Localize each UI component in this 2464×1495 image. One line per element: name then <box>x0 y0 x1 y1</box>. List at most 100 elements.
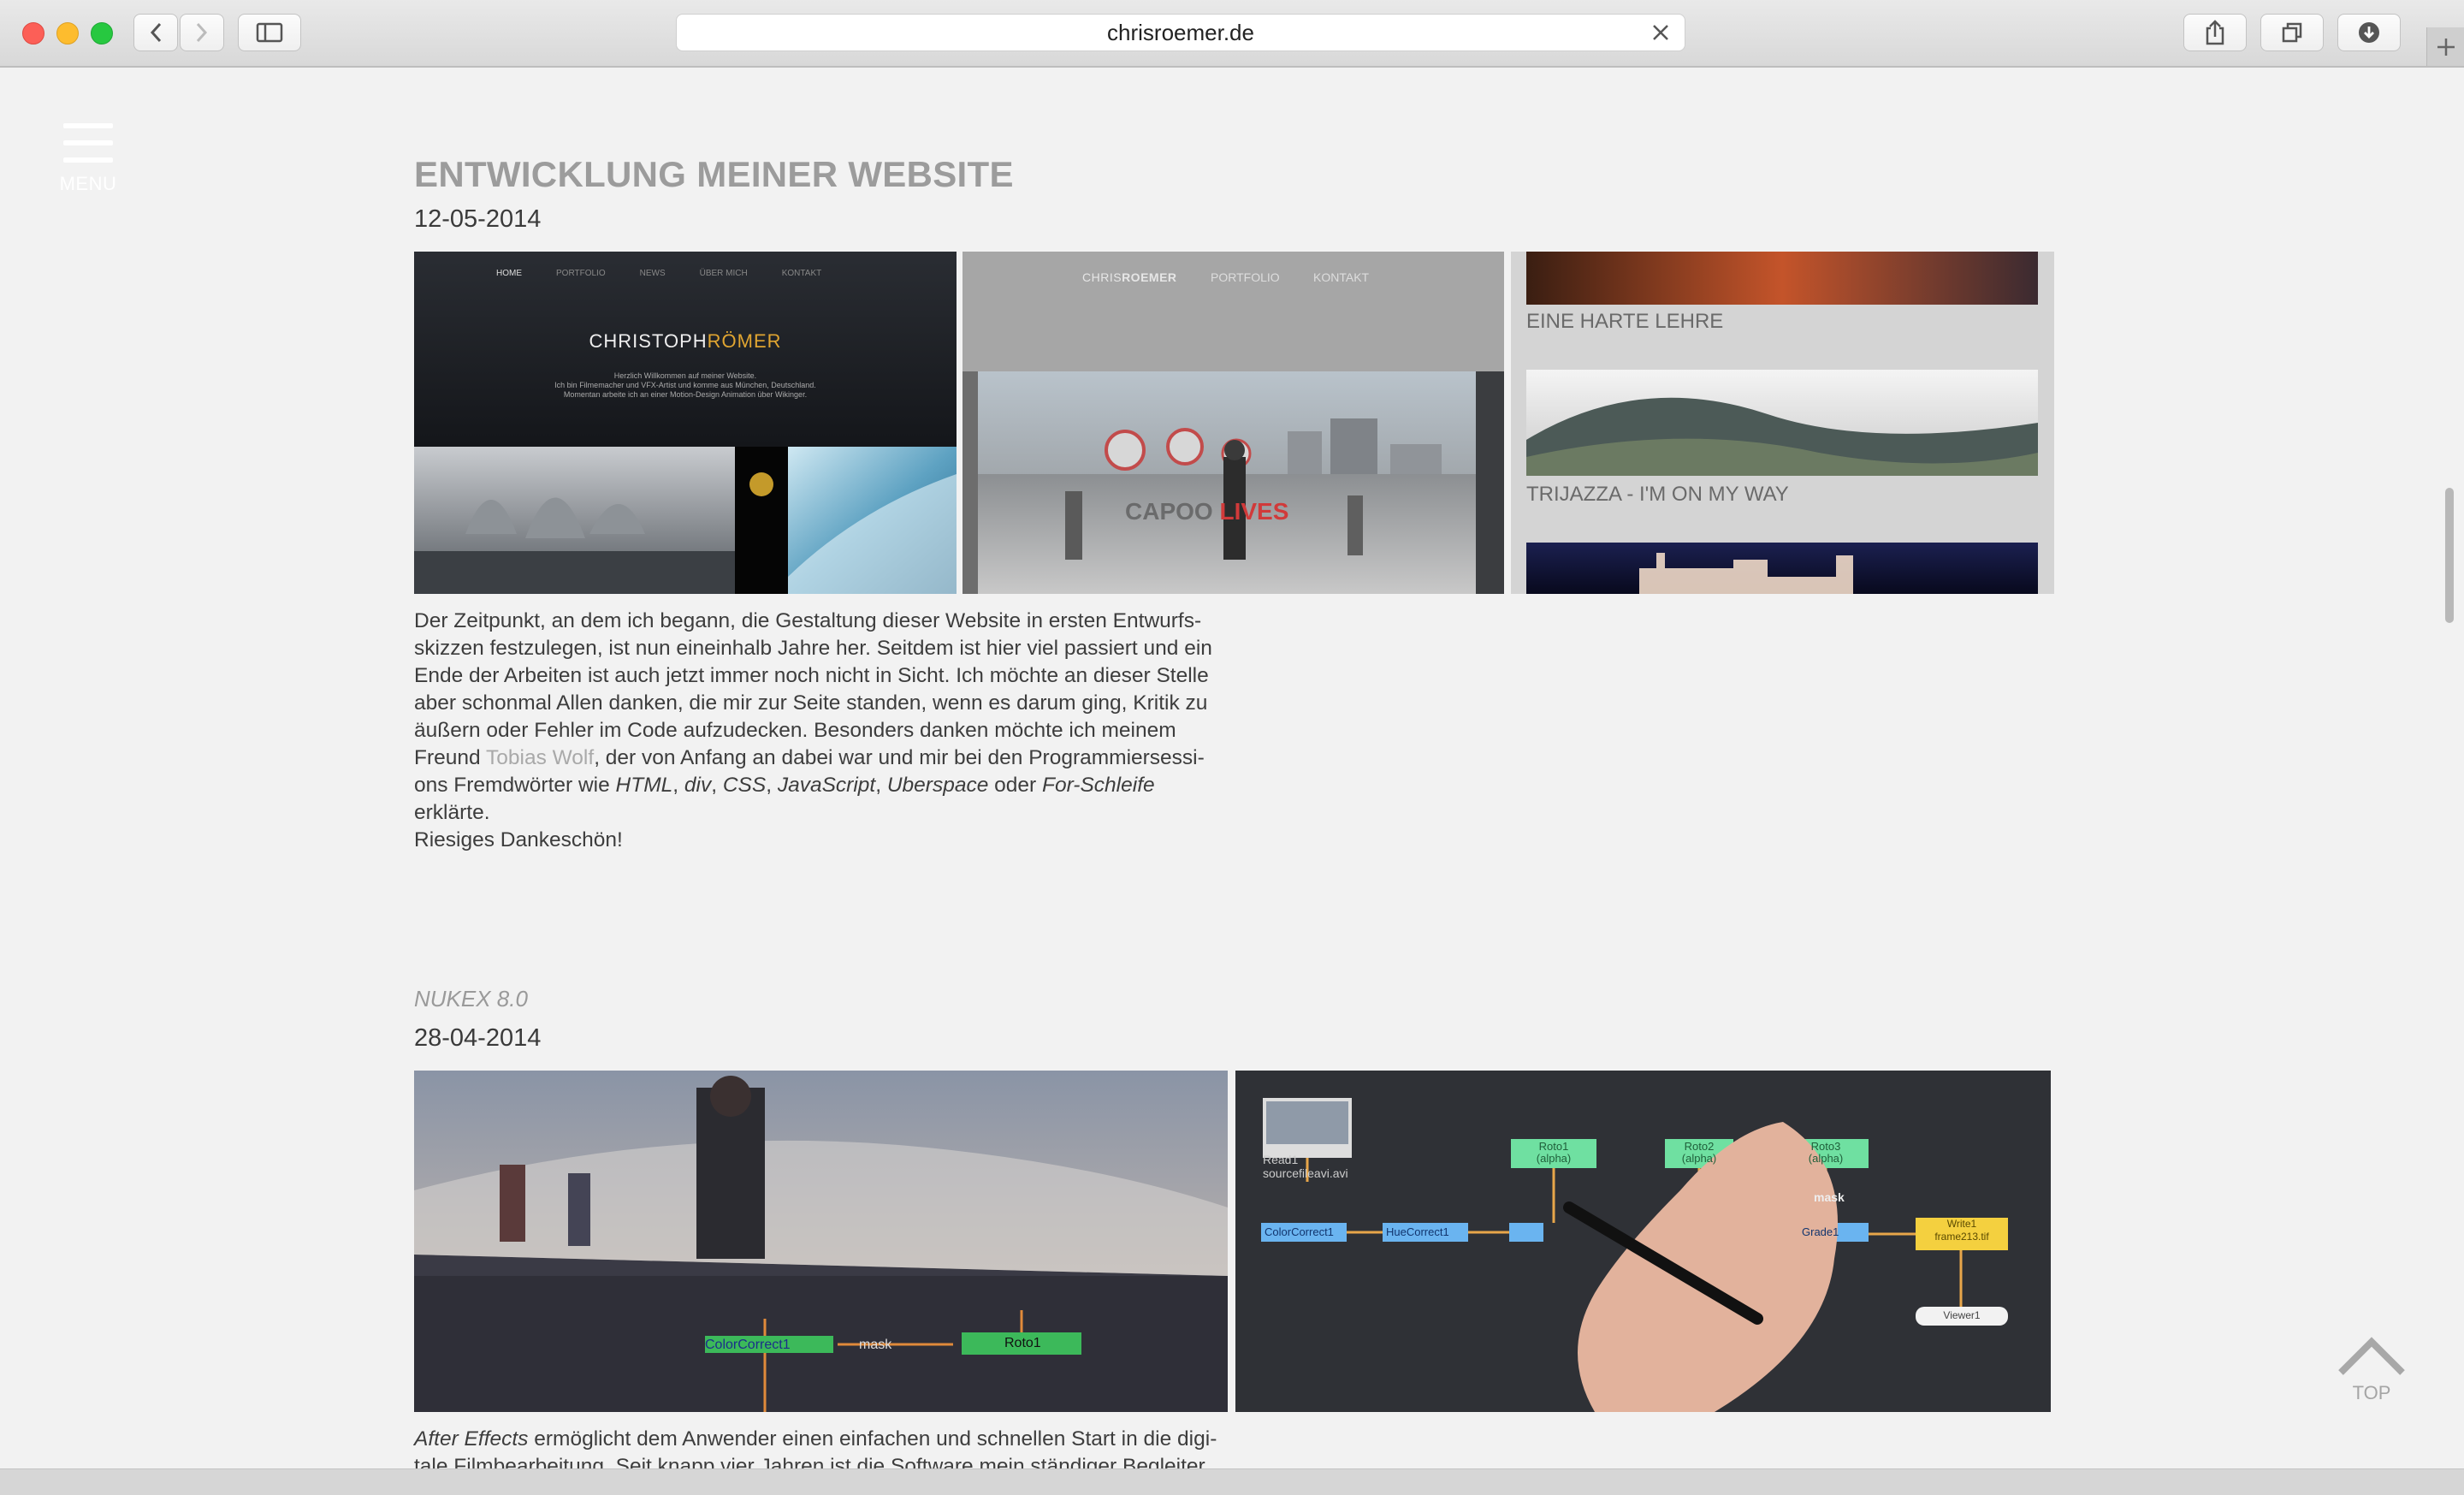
share-icon <box>2206 20 2224 45</box>
nuke-roto-alpha: (alpha) <box>1808 1152 1844 1165</box>
term-javascript: JavaScript <box>777 774 876 797</box>
nuke-read-file: sourcefileavi.avi <box>1263 1166 1348 1180</box>
share-button[interactable] <box>2183 14 2247 51</box>
new-tab-button[interactable] <box>2426 27 2464 66</box>
post-date: 28-04-2014 <box>414 1024 542 1052</box>
chevron-left-icon <box>150 22 162 43</box>
nuke-read-label: Read1 <box>1263 1153 1299 1166</box>
term-div: div <box>684 774 712 797</box>
post-body: Der Zeitpunkt, an dem ich begann, die Ge… <box>414 608 1235 854</box>
menu-label: MENU <box>59 173 117 194</box>
sidebar-toggle-button[interactable] <box>238 14 301 51</box>
nuke-screenshot-2[interactable]: Read1 sourcefileavi.avi ColorCorrect1 Hue… <box>1235 1071 2051 1412</box>
term-html: HTML <box>615 774 673 797</box>
zoom-window-button[interactable] <box>91 22 113 44</box>
menu-button[interactable]: MENU <box>58 123 118 195</box>
screenshot-tagline-line: Ich bin Filmemacher und VFX-Artist und k… <box>554 381 816 389</box>
screenshot-nav: HOME PORTFOLIO NEWS ÜBER MICH KONTAKT <box>496 269 821 278</box>
screenshot2-overlay-b: LIVES <box>1219 498 1289 525</box>
tabs-overview-button[interactable] <box>2260 14 2324 51</box>
nuke-roto-node: Roto3 (alpha) <box>1783 1141 1869 1165</box>
text-fragment: erklärte. <box>414 801 490 824</box>
term-after-effects: After Effects <box>414 1427 529 1451</box>
text-fragment: Freund <box>414 746 486 769</box>
url-text: chrisroemer.de <box>1107 19 1254 45</box>
screenshot-brand-b: RÖMER <box>707 330 782 352</box>
nuke-read-node: Read1 sourcefileavi.avi <box>1263 1153 1348 1180</box>
page-scrollbar[interactable] <box>2445 488 2454 623</box>
text-fragment: , <box>766 774 778 797</box>
website-screenshot-1[interactable]: HOME PORTFOLIO NEWS ÜBER MICH KONTAKT CH… <box>414 252 957 594</box>
close-window-button[interactable] <box>22 22 44 44</box>
post-body-line: Ende der Arbeiten ist auch jetzt immer n… <box>414 664 1209 687</box>
screenshot2-nav-kontakt: KONTAKT <box>1313 270 1370 284</box>
nuke-node-label: ColorCorrect1 <box>705 1338 791 1352</box>
text-fragment: ermöglicht dem Anwender einen einfachen … <box>528 1427 1217 1451</box>
term-css: CSS <box>722 774 767 797</box>
nuke-write-label: Write1 <box>1946 1218 1977 1230</box>
term-for-schleife: For-Schleife <box>1042 774 1155 797</box>
nuke-node-label: Grade1 <box>1802 1225 1839 1238</box>
screenshot2-nav-portfolio: PORTFOLIO <box>1211 270 1280 284</box>
nuke-roto-node: Roto2 (alpha) <box>1665 1141 1733 1165</box>
nuke-write-file: frame213.tif <box>1934 1231 1989 1243</box>
back-button[interactable] <box>133 14 178 51</box>
nuke-viewer-node: Viewer1 <box>1943 1309 1981 1321</box>
downloads-button[interactable] <box>2337 14 2401 51</box>
screenshot-tagline: Herzlich Willkommen auf meiner Website. … <box>414 371 957 400</box>
nuke-node-label: HueCorrect1 <box>1386 1225 1449 1238</box>
screenshot-tagline-line: Momentan arbeite ich an einer Motion-Des… <box>563 390 808 399</box>
sidebar-icon <box>256 22 283 43</box>
screenshot-nav-item: NEWS <box>639 269 666 278</box>
post-body-line: äußern oder Fehler im Code aufzudecken. … <box>414 719 1176 742</box>
website-screenshot-3[interactable]: EINE HARTE LEHRE TRIJAZZA - I'M ON MY WA… <box>1511 252 2054 594</box>
hamburger-icon <box>63 123 113 128</box>
nuke-screenshot-1[interactable]: ColorCorrect1 mask Roto1 <box>414 1071 1228 1412</box>
post-body-line: ons Fremdwörter wie HTML, div, CSS, Java… <box>414 772 1235 827</box>
minimize-window-button[interactable] <box>56 22 79 44</box>
nuke-node-label: mask <box>859 1338 892 1352</box>
post-title[interactable]: NUKEX 8.0 <box>414 986 528 1012</box>
text-fragment: , der von Anfang an dabei war und mir be… <box>594 746 1205 769</box>
screenshot-nav-item: ÜBER MICH <box>699 269 748 278</box>
top-label: TOP <box>2352 1382 2391 1403</box>
text-fragment: , <box>672 774 684 797</box>
address-bar[interactable]: chrisroemer.de <box>676 14 1685 51</box>
plus-icon <box>2437 38 2455 56</box>
portfolio-item-title: EINE HARTE LEHRE <box>1526 310 1724 333</box>
screenshot-nav-item: PORTFOLIO <box>556 269 606 278</box>
hamburger-icon-bar <box>63 157 113 163</box>
text-fragment: , <box>711 774 723 797</box>
text-fragment: ons Fremdwörter wie <box>414 774 616 797</box>
forward-button[interactable] <box>180 14 224 51</box>
nuke-node-label: Roto1 <box>1004 1336 1041 1350</box>
tabs-icon <box>2282 22 2302 43</box>
post-body-line: After Effects ermöglicht dem Anwender ei… <box>414 1426 1253 1453</box>
stop-loading-icon[interactable] <box>1650 22 1671 43</box>
post-date: 12-05-2014 <box>414 205 542 233</box>
post-title[interactable]: ENTWICKLUNG MEINER WEBSITE <box>414 154 1014 195</box>
browser-toolbar: chrisroemer.de <box>0 0 2464 68</box>
nuke-roto-label: Roto2 <box>1684 1140 1715 1153</box>
text-fragment: oder <box>988 774 1042 797</box>
download-icon <box>2359 22 2379 43</box>
nuke-roto-alpha: (alpha) <box>1681 1152 1717 1165</box>
nuke-roto-alpha: (alpha) <box>1536 1152 1572 1165</box>
post-body-line: aber schonmal Allen danken, die mir zur … <box>414 691 1208 715</box>
screenshot-brand: CHRISTOPHRÖMER <box>414 330 957 353</box>
post-body-line: Riesiges Dankeschön! <box>414 828 623 851</box>
post-body-line: Freund Tobias Wolf, der von Anfang an da… <box>414 745 1235 772</box>
term-uberspace: Uberspace <box>886 774 989 797</box>
screenshot-tagline-line: Herzlich Willkommen auf meiner Website. <box>613 371 757 380</box>
screenshot-nav-item: HOME <box>496 269 522 278</box>
status-strip <box>0 1468 2464 1495</box>
nuke-write-node: Write1 frame213.tif <box>1916 1218 2008 1243</box>
tobias-wolf-link[interactable]: Tobias Wolf <box>486 746 594 769</box>
website-screenshot-2[interactable]: CHRISROEMER PORTFOLIO KONTAKT CAPOO LIVE… <box>962 252 1504 594</box>
post-body-line: skizzen festzulegen, ist nun eineinhalb … <box>414 637 1212 660</box>
portfolio-item-title: TRIJAZZA - I'M ON MY WAY <box>1526 483 1789 506</box>
back-to-top-button[interactable]: TOP <box>2336 1335 2408 1404</box>
chevron-right-icon <box>196 22 208 43</box>
screenshot2-brand-b: ROEMER <box>1122 270 1177 284</box>
text-fragment: , <box>875 774 887 797</box>
